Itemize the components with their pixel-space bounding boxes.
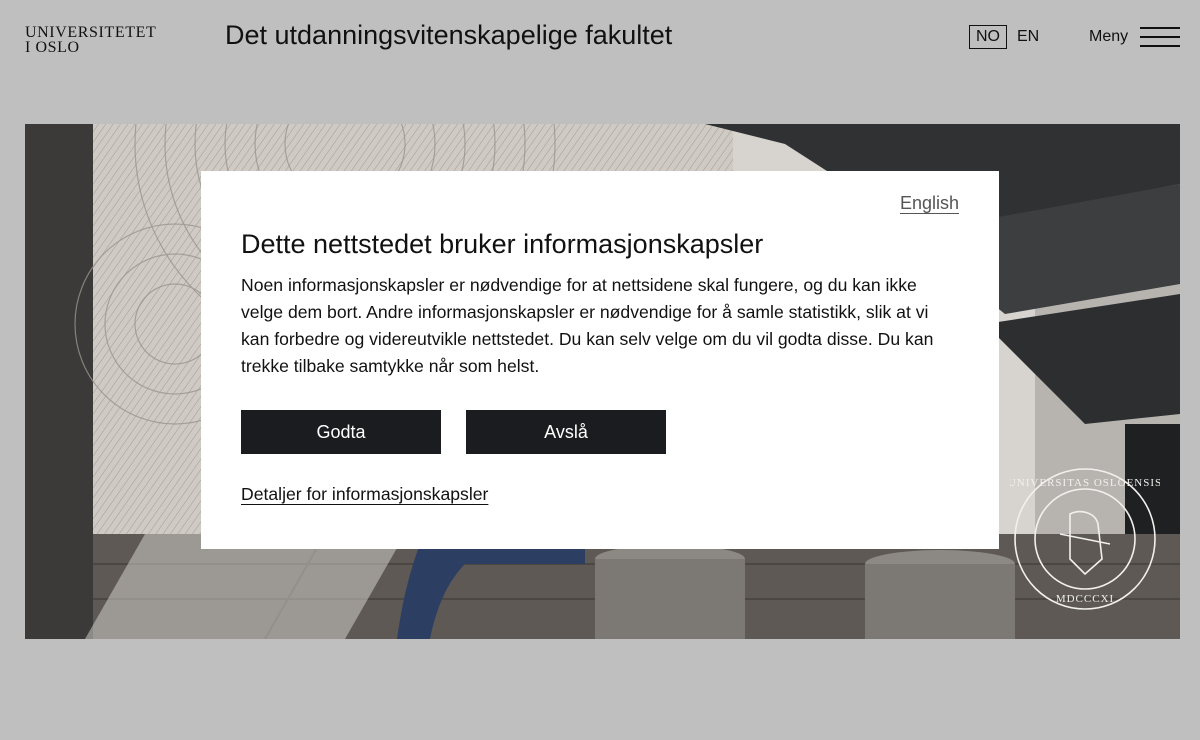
- cookie-consent-dialog: English Dette nettstedet bruker informas…: [201, 171, 999, 549]
- dialog-body-text: Noen informasjonskapsler er nødvendige f…: [241, 275, 934, 376]
- university-seal-icon: UNIVERSITAS OSLOENSIS MDCCCXI: [1010, 468, 1160, 610]
- language-no-button[interactable]: NO: [969, 25, 1007, 49]
- dialog-title: Dette nettstedet bruker informasjonskaps…: [241, 229, 764, 259]
- language-en-button[interactable]: EN: [1017, 25, 1039, 49]
- university-logo[interactable]: UNIVERSITETET I OSLO: [25, 25, 156, 56]
- seal-top-text: UNIVERSITAS OSLOENSIS: [1010, 477, 1160, 489]
- faculty-title[interactable]: Det utdanningsvitenskapelige fakultet: [225, 20, 672, 51]
- english-link[interactable]: English: [900, 193, 959, 214]
- menu-label: Meny: [1089, 28, 1129, 45]
- seal-bottom-text: MDCCCXI: [1056, 593, 1114, 605]
- decline-button[interactable]: Avslå: [466, 410, 666, 454]
- accept-button[interactable]: Godta: [241, 410, 441, 454]
- menu-button[interactable]: Meny: [1089, 25, 1181, 49]
- cookie-details-link[interactable]: Detaljer for informasjonskapsler: [241, 484, 488, 505]
- hamburger-icon: [1140, 27, 1181, 47]
